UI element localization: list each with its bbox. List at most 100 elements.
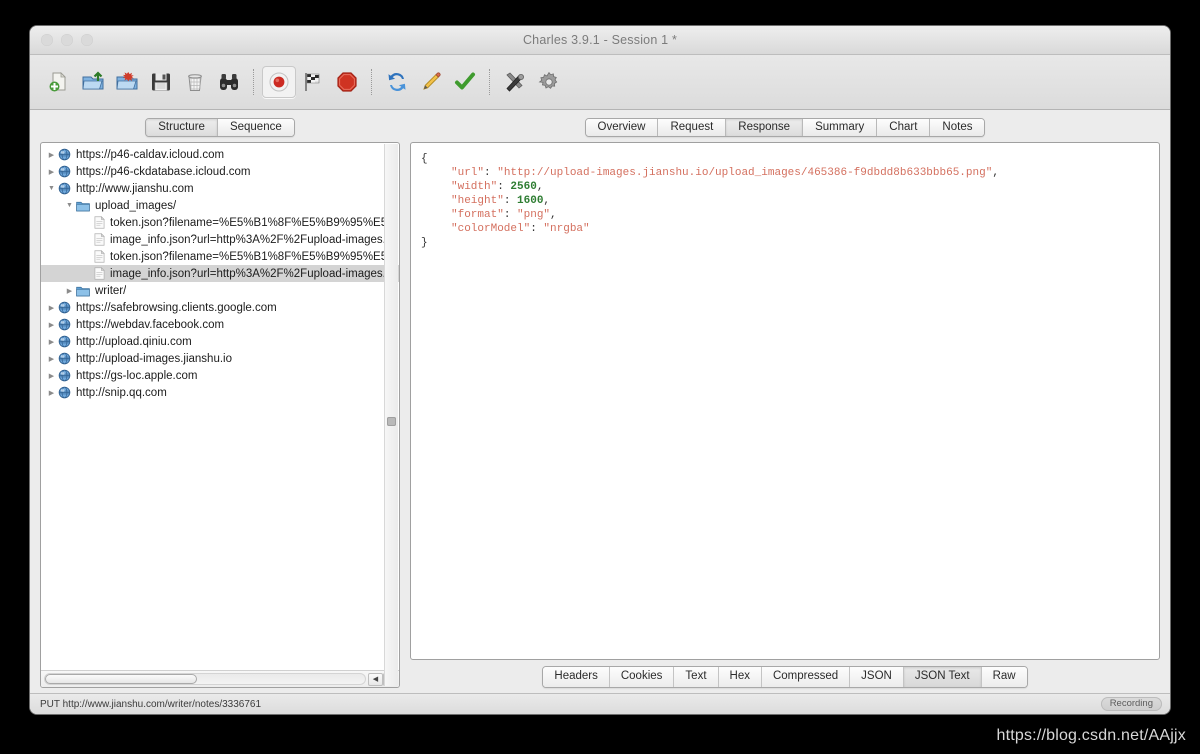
tree-row-label: token.json?filename=%E5%B1%8F%E5%B9%95%E… — [110, 216, 395, 229]
watermark-text: https://blog.csdn.net/AAjjx — [996, 727, 1186, 744]
json-value: 1600 — [517, 195, 544, 207]
tree-row[interactable]: ▶ https://p46-ckdatabase.icloud.com — [41, 163, 399, 180]
tree-row[interactable]: ▼ upload_images/ — [41, 197, 399, 214]
tree-rows-container: ▶ https://p46-caldav.icloud.com ▶ https://p… — [41, 143, 399, 670]
tree-row[interactable]: image_info.json?url=http%3A%2F%2Fupload-… — [41, 231, 399, 248]
main-toolbar — [30, 55, 1170, 110]
chevron-right-icon[interactable]: ▶ — [45, 338, 58, 346]
tab-notes[interactable]: Notes — [929, 119, 985, 136]
globe-icon — [58, 148, 71, 161]
viewer-tab-headers[interactable]: Headers — [543, 667, 609, 687]
chevron-right-icon[interactable]: ▶ — [45, 355, 58, 363]
zoom-button[interactable] — [81, 34, 93, 46]
tree-row[interactable]: ▶ writer/ — [41, 282, 399, 299]
viewer-tab-compressed[interactable]: Compressed — [760, 667, 850, 687]
session-tree[interactable]: ▶ https://p46-caldav.icloud.com ▶ https://p… — [40, 142, 400, 688]
tree-hscroll-track[interactable] — [44, 673, 366, 685]
file-icon — [94, 250, 105, 263]
tree-row-label: http://snip.qq.com — [76, 386, 167, 399]
json-value: "png" — [517, 209, 551, 221]
find-button[interactable] — [212, 66, 246, 98]
tree-row[interactable]: ▶ https://safebrowsing.clients.google.com — [41, 299, 399, 316]
save-session-button[interactable] — [144, 66, 178, 98]
breakpoints-button[interactable] — [330, 66, 364, 98]
chevron-right-icon[interactable]: ▶ — [45, 389, 58, 397]
file-icon — [94, 216, 105, 229]
validate-button[interactable] — [448, 66, 482, 98]
tree-hscroll-thumb[interactable] — [45, 674, 197, 684]
recording-status-badge[interactable]: Recording — [1100, 697, 1162, 711]
tree-row[interactable]: ▶ https://webdav.facebook.com — [41, 316, 399, 333]
tools-button[interactable] — [498, 66, 532, 98]
tree-row-label: https://p46-caldav.icloud.com — [76, 148, 225, 161]
status-request-line: PUT http://www.jianshu.com/writer/notes/… — [40, 698, 262, 710]
json-key: "width" — [451, 181, 498, 193]
tree-vertical-scrollbar[interactable] — [384, 144, 398, 686]
minimize-button[interactable] — [61, 34, 73, 46]
json-comma: , — [543, 195, 551, 207]
record-button[interactable] — [262, 66, 296, 98]
tab-sequence[interactable]: Sequence — [216, 119, 294, 136]
viewer-tab-json-text[interactable]: JSON Text — [902, 667, 981, 687]
tree-row[interactable]: ▶ https://p46-caldav.icloud.com — [41, 146, 399, 163]
json-comma: , — [536, 181, 544, 193]
clear-session-button[interactable] — [178, 66, 212, 98]
tree-row[interactable]: token.json?filename=%E5%B1%8F%E5%B9%95%E… — [41, 248, 399, 265]
tree-row-label: image_info.json?url=http%3A%2F%2Fupload-… — [110, 233, 386, 246]
window-controls[interactable] — [41, 34, 93, 46]
chevron-right-icon[interactable]: ▶ — [45, 321, 58, 329]
file-icon — [94, 267, 105, 280]
new-session-button[interactable] — [42, 66, 76, 98]
chevron-down-icon[interactable]: ▼ — [63, 202, 76, 209]
tree-row[interactable]: image_info.json?url=http%3A%2F%2Fupload-… — [41, 265, 399, 282]
repeat-button[interactable] — [380, 66, 414, 98]
globe-icon — [58, 148, 71, 161]
viewer-tab-raw[interactable]: Raw — [980, 667, 1027, 687]
tree-row-label: writer/ — [95, 284, 127, 297]
viewer-tab-hex[interactable]: Hex — [717, 667, 761, 687]
tree-row[interactable]: ▶ https://gs-loc.apple.com — [41, 367, 399, 384]
tree-vertical-scroll-thumb[interactable] — [387, 417, 396, 426]
open-session-button[interactable] — [76, 66, 110, 98]
scroll-left-arrow-icon[interactable]: ◀ — [368, 672, 383, 686]
tab-structure[interactable]: Structure — [146, 119, 217, 136]
folder-icon — [76, 200, 90, 212]
chevron-right-icon[interactable]: ▶ — [63, 287, 76, 295]
checkered-flag-icon — [305, 73, 320, 91]
new-session-icon — [49, 72, 66, 92]
viewer-tab-cookies[interactable]: Cookies — [608, 667, 674, 687]
throttle-button[interactable] — [296, 66, 330, 98]
chevron-right-icon[interactable]: ▶ — [45, 372, 58, 380]
chevron-right-icon[interactable]: ▶ — [45, 168, 58, 176]
checkmark-icon — [455, 72, 475, 90]
globe-icon — [58, 352, 71, 365]
settings-button[interactable] — [532, 66, 566, 98]
chevron-right-icon[interactable]: ▶ — [45, 151, 58, 159]
tab-overview[interactable]: Overview — [585, 119, 658, 136]
close-button[interactable] — [41, 34, 53, 46]
tree-row[interactable]: ▶ http://upload.qiniu.com — [41, 333, 399, 350]
globe-icon — [58, 386, 71, 399]
tab-chart[interactable]: Chart — [876, 119, 930, 136]
tab-summary[interactable]: Summary — [802, 119, 877, 136]
compose-button[interactable] — [414, 66, 448, 98]
chevron-right-icon[interactable]: ▶ — [45, 304, 58, 312]
file-icon — [94, 233, 105, 246]
response-content[interactable]: { "url": "http://upload-images.jianshu.i… — [410, 142, 1160, 660]
close-session-button[interactable] — [110, 66, 144, 98]
viewer-tab-text[interactable]: Text — [673, 667, 718, 687]
stop-sign-icon — [337, 72, 357, 92]
globe-icon — [58, 352, 71, 365]
tree-row[interactable]: ▶ http://upload-images.jianshu.io — [41, 350, 399, 367]
left-tab-group: Structure Sequence — [145, 118, 295, 137]
tree-row[interactable]: ▼ http://www.jianshu.com — [41, 180, 399, 197]
globe-icon — [58, 335, 71, 348]
tree-row[interactable]: ▶ http://snip.qq.com — [41, 384, 399, 401]
viewer-tab-json[interactable]: JSON — [849, 667, 903, 687]
tab-response[interactable]: Response — [725, 119, 803, 136]
chevron-down-icon[interactable]: ▼ — [45, 185, 58, 192]
tree-horizontal-scrollbar[interactable]: ◀ ▶ — [41, 670, 399, 687]
tab-request[interactable]: Request — [657, 119, 726, 136]
tree-row[interactable]: token.json?filename=%E5%B1%8F%E5%B9%95%E… — [41, 214, 399, 231]
json-colon: : — [484, 167, 498, 179]
